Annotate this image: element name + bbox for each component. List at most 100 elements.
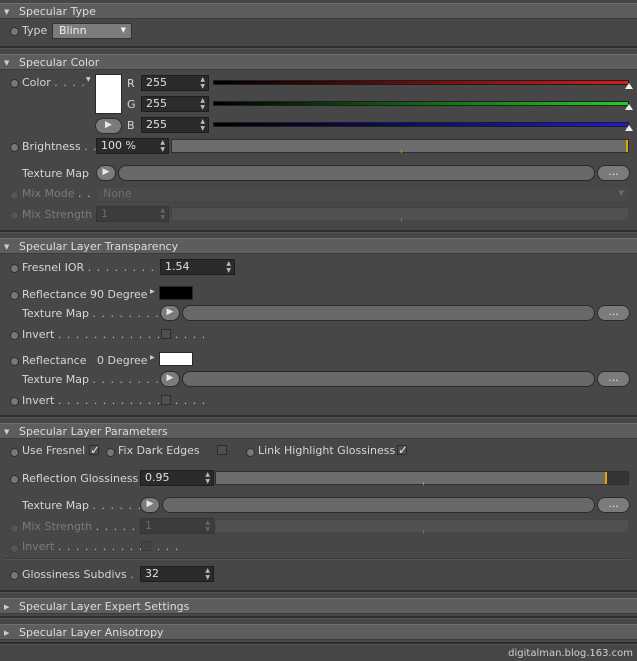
gloss-texture-map-link-field[interactable]: [162, 497, 595, 513]
b-slider-handle-icon[interactable]: [625, 125, 633, 131]
mix-mode-dropdown[interactable]: None ▼: [96, 186, 630, 202]
reflectance90-animate-radio[interactable]: [10, 291, 19, 300]
texture-map-90-expand-button[interactable]: ▶: [160, 305, 180, 321]
reflection-glossiness-value-field[interactable]: 0.95 ▲ ▼: [140, 470, 214, 486]
reflection-glossiness-animate-radio[interactable]: [10, 475, 19, 484]
reflectance0-color-swatch[interactable]: [159, 352, 193, 366]
texture-map-90-label-text: Texture Map: [22, 307, 89, 320]
fix-dark-edges-checkbox[interactable]: [217, 445, 227, 455]
reflectance0-options-triangle-icon[interactable]: ▶: [150, 354, 155, 361]
mix-strength-value-field[interactable]: 1 ▲ ▼: [96, 206, 169, 222]
gloss-mix-strength-value-field[interactable]: 1 ▲ ▼: [140, 518, 214, 534]
brightness-animate-radio[interactable]: [10, 143, 19, 152]
gloss-invert-checkbox[interactable]: [141, 541, 151, 551]
slider-center-tick: [401, 218, 402, 221]
spinner-arrows-icon[interactable]: ▲ ▼: [200, 97, 205, 111]
reflectance90-label: Reflectance 90 Degree: [22, 288, 148, 301]
r-slider-handle-icon[interactable]: [625, 83, 633, 89]
brightness-label-text: Brightness: [22, 140, 81, 153]
glossiness-subdivs-animate-radio[interactable]: [10, 571, 19, 580]
gloss-mix-strength-slider[interactable]: [215, 519, 629, 533]
type-dropdown-value: Blinn: [59, 24, 87, 37]
fresnel-ior-animate-radio[interactable]: [10, 264, 19, 273]
g-value-field[interactable]: 255 ▲ ▼: [141, 96, 209, 112]
type-animate-radio[interactable]: [10, 27, 19, 36]
brightness-slider-marker[interactable]: [626, 140, 628, 152]
color-animate-radio[interactable]: [10, 79, 19, 88]
mix-strength-animate-radio[interactable]: [10, 211, 19, 220]
gloss-mix-strength-value-text: 1: [145, 519, 152, 532]
invert-90-animate-radio[interactable]: [10, 331, 19, 340]
collapse-triangle-icon: ▼: [4, 428, 10, 436]
link-highlight-glossiness-label: Link Highlight Glossiness: [258, 444, 396, 457]
fresnel-ior-value-field[interactable]: 1.54 ▲ ▼: [160, 259, 235, 275]
brightness-slider[interactable]: [171, 139, 629, 153]
g-slider-handle-icon[interactable]: [625, 104, 633, 110]
mix-strength-slider[interactable]: [171, 207, 629, 221]
fix-dark-edges-animate-radio[interactable]: [106, 448, 115, 457]
section-header-specular-layer-expert-settings[interactable]: ▶ Specular Layer Expert Settings: [0, 598, 637, 614]
mix-mode-value: None: [103, 187, 132, 200]
section-header-specular-layer-parameters[interactable]: ▼ Specular Layer Parameters: [0, 423, 637, 439]
invert-0-label-text: Invert: [22, 394, 55, 407]
spinner-arrows-icon[interactable]: ▲ ▼: [205, 567, 210, 581]
b-value-text: 255: [146, 118, 167, 131]
gloss-texture-map-browse-button[interactable]: ...: [597, 497, 630, 513]
spinner-arrows-icon[interactable]: ▲ ▼: [226, 260, 231, 274]
gloss-invert-animate-radio[interactable]: [10, 544, 19, 553]
gloss-texture-map-expand-button[interactable]: ▶: [140, 497, 160, 513]
gloss-invert-label-text: Invert: [22, 540, 55, 553]
spinner-arrows-icon[interactable]: ▲ ▼: [160, 207, 165, 221]
spinner-arrows-icon[interactable]: ▲ ▼: [205, 471, 210, 485]
brightness-value-text: 100 %: [101, 139, 136, 152]
section-header-specular-color[interactable]: ▼ Specular Color: [0, 54, 637, 70]
color-options-triangle-icon[interactable]: ▼: [86, 76, 91, 83]
brightness-label: Brightness . .: [22, 140, 98, 154]
mix-mode-label-dots: . .: [78, 187, 92, 200]
link-highlight-animate-radio[interactable]: [246, 448, 255, 457]
use-fresnel-animate-radio[interactable]: [10, 448, 19, 457]
texture-map-expand-button[interactable]: ▶: [96, 165, 116, 181]
texture-map-link-field[interactable]: [118, 165, 595, 181]
texture-map-90-browse-button[interactable]: ...: [597, 305, 630, 321]
texture-map-90-link-field[interactable]: [182, 305, 595, 321]
group-divider: [5, 558, 630, 560]
b-gradient-slider[interactable]: [213, 122, 629, 127]
reflectance90-color-swatch[interactable]: [159, 286, 193, 300]
reflection-glossiness-slider[interactable]: [215, 471, 629, 485]
texture-map-0-browse-button[interactable]: ...: [597, 371, 630, 387]
type-dropdown[interactable]: Blinn ▼: [52, 23, 132, 39]
invert-0-checkbox[interactable]: [161, 395, 171, 405]
r-value-field[interactable]: 255 ▲ ▼: [141, 75, 209, 91]
expand-triangle-icon: ▶: [4, 629, 10, 637]
collapse-triangle-icon: ▼: [4, 243, 10, 251]
gloss-mix-strength-animate-radio[interactable]: [10, 524, 19, 533]
r-value-text: 255: [146, 76, 167, 89]
mix-mode-animate-radio[interactable]: [10, 191, 19, 200]
brightness-value-field[interactable]: 100 % ▲ ▼: [96, 138, 169, 154]
spinner-arrows-icon[interactable]: ▲ ▼: [200, 118, 205, 132]
invert-0-animate-radio[interactable]: [10, 397, 19, 406]
section-header-specular-type[interactable]: ▼ Specular Type: [0, 3, 637, 19]
spinner-arrows-icon[interactable]: ▲ ▼: [160, 139, 165, 153]
color-label: Color . . . .: [22, 76, 86, 90]
color-swatch[interactable]: [95, 74, 122, 114]
link-highlight-glossiness-checkbox[interactable]: ✓: [397, 444, 408, 456]
b-value-field[interactable]: 255 ▲ ▼: [141, 117, 209, 133]
section-header-specular-layer-anisotropy[interactable]: ▶ Specular Layer Anisotropy: [0, 624, 637, 640]
invert-90-checkbox[interactable]: [161, 329, 171, 339]
texture-map-0-link-field[interactable]: [182, 371, 595, 387]
texture-map-browse-button[interactable]: ...: [597, 165, 630, 181]
color-picker-toggle-button[interactable]: ▶: [95, 118, 122, 134]
reflectance0-animate-radio[interactable]: [10, 357, 19, 366]
color-label-text: Color: [22, 76, 51, 89]
glossiness-subdivs-value-field[interactable]: 32 ▲ ▼: [140, 566, 214, 582]
r-gradient-slider[interactable]: [213, 80, 629, 85]
g-gradient-slider[interactable]: [213, 101, 629, 106]
reflectance90-options-triangle-icon[interactable]: ▶: [150, 288, 155, 295]
spinner-arrows-icon[interactable]: ▲ ▼: [200, 76, 205, 90]
use-fresnel-checkbox[interactable]: ✓: [89, 444, 100, 456]
texture-map-0-expand-button[interactable]: ▶: [160, 371, 180, 387]
spinner-arrows-icon[interactable]: ▲ ▼: [205, 519, 210, 533]
section-header-specular-layer-transparency[interactable]: ▼ Specular Layer Transparency: [0, 238, 637, 254]
